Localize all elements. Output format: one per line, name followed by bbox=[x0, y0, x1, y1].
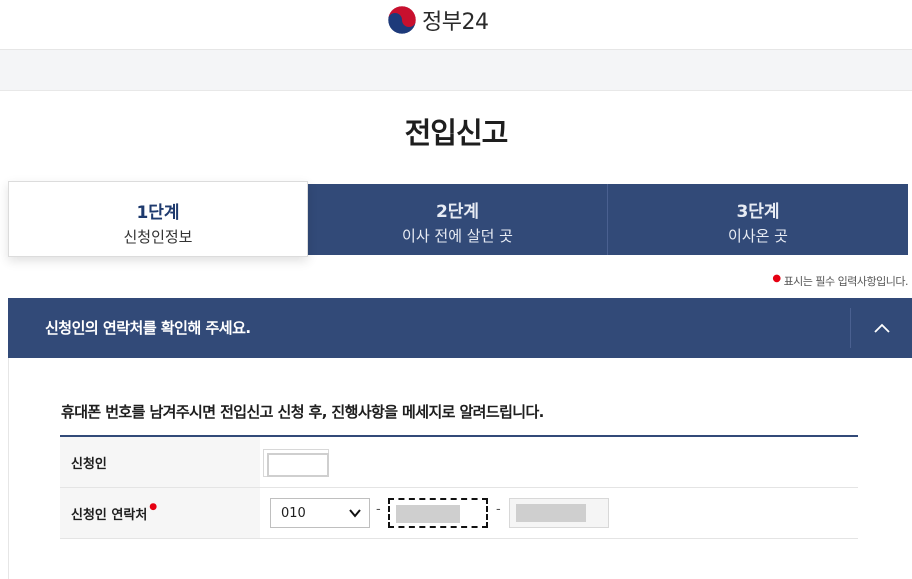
section-body: 휴대폰 번호를 남겨주시면 전입신고 신청 후, 진행사항을 메세지로 알려드립… bbox=[8, 358, 912, 579]
phone-middle-input[interactable] bbox=[388, 498, 488, 528]
applicant-row: 신청인 bbox=[60, 437, 858, 488]
contact-label-text: 신청인 연락처 bbox=[71, 507, 148, 523]
applicant-label: 신청인 bbox=[60, 437, 260, 487]
breadcrumb-band bbox=[0, 50, 912, 91]
step-2-number: 2단계 bbox=[435, 202, 480, 222]
phone-prefix-value: 010 bbox=[281, 505, 306, 521]
step-1-number: 1단계 bbox=[136, 203, 180, 223]
phone-last-input[interactable] bbox=[509, 498, 609, 528]
phone-prefix-select[interactable]: 010 bbox=[270, 498, 370, 528]
step-3-number: 3단계 bbox=[736, 202, 780, 222]
logo-text: 정부24 bbox=[422, 10, 489, 35]
step-2-name: 이사 전에 살던 곳 bbox=[402, 227, 513, 245]
contact-label: 신청인 연락처 ● bbox=[60, 488, 260, 538]
taegeuk-emblem-icon bbox=[387, 5, 417, 35]
chevron-down-icon bbox=[349, 509, 361, 518]
section-header: 신청인의 연락처를 확인해 주세요. bbox=[8, 298, 912, 358]
contact-row: 신청인 연락처 ● 010 - - bbox=[60, 488, 858, 539]
step-navigation: 1단계 신청인정보 2단계 이사 전에 살던 곳 3단계 이사온 곳 bbox=[8, 181, 908, 257]
step-2-tab[interactable]: 2단계 이사 전에 살던 곳 bbox=[308, 184, 608, 255]
gov24-logo[interactable]: 정부24 bbox=[387, 5, 489, 35]
masked-phone-middle bbox=[396, 505, 460, 523]
contact-value: 010 - - bbox=[260, 488, 858, 538]
required-note: ● 표시는 필수 입력사항입니다. bbox=[772, 273, 908, 289]
phone-dash-2: - bbox=[496, 502, 501, 517]
applicant-value bbox=[260, 437, 858, 487]
step-1-tab[interactable]: 1단계 신청인정보 bbox=[8, 181, 308, 257]
top-header: 정부24 bbox=[0, 0, 912, 50]
chevron-up-icon bbox=[873, 323, 890, 333]
masked-applicant-name bbox=[263, 449, 329, 477]
step-3-name: 이사온 곳 bbox=[728, 227, 788, 245]
step-1-name: 신청인정보 bbox=[123, 228, 193, 246]
phone-dash-1: - bbox=[376, 502, 381, 517]
notice-text: 휴대폰 번호를 남겨주시면 전입신고 신청 후, 진행사항을 메세지로 알려드립… bbox=[61, 403, 544, 421]
masked-phone-last bbox=[516, 504, 586, 522]
required-note-text: 표시는 필수 입력사항입니다. bbox=[783, 275, 909, 288]
contact-form-table: 신청인 신청인 연락처 ● 010 - - bbox=[60, 435, 858, 539]
required-dot-icon: ● bbox=[149, 502, 158, 512]
section-title: 신청인의 연락처를 확인해 주세요. bbox=[45, 319, 251, 337]
required-dot-icon: ● bbox=[772, 273, 781, 284]
step-3-tab[interactable]: 3단계 이사온 곳 bbox=[608, 184, 908, 255]
section-collapse-button[interactable] bbox=[850, 308, 912, 348]
page-title: 전입신고 bbox=[404, 116, 509, 150]
applicant-label-text: 신청인 bbox=[71, 456, 107, 472]
